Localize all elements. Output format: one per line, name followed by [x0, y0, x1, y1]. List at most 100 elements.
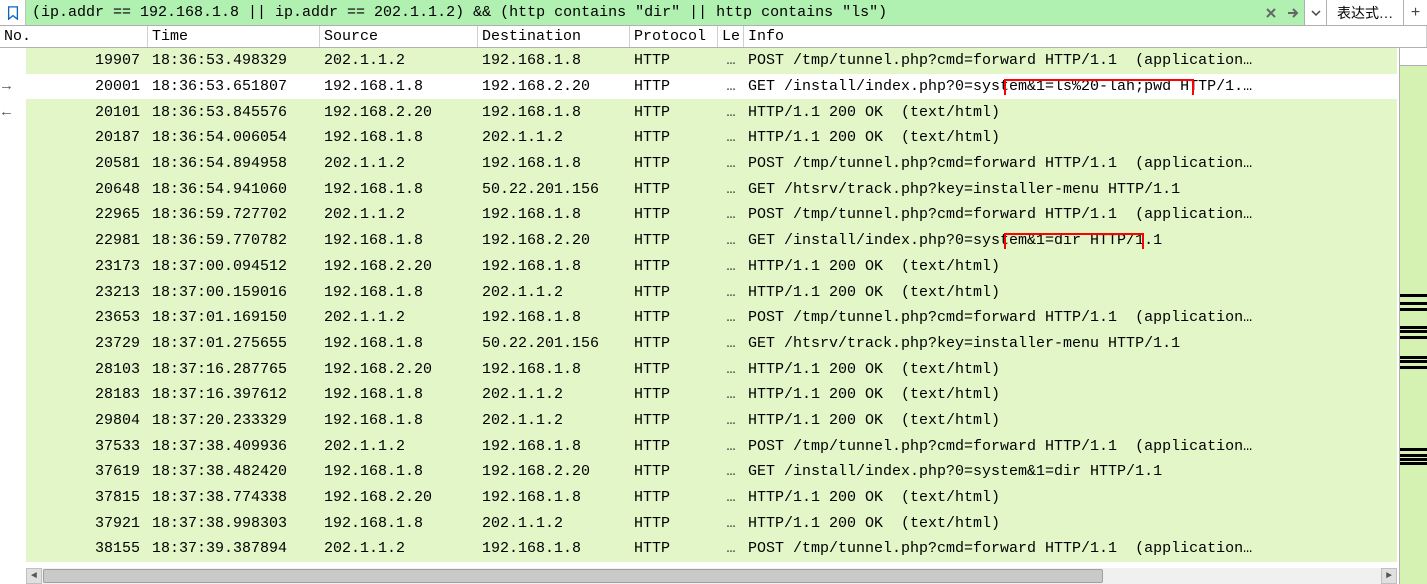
add-filter-button[interactable]: + — [1403, 0, 1427, 25]
packet-time: 18:37:38.482420 — [148, 463, 320, 480]
minimap-mark — [1400, 366, 1427, 369]
minimap-body[interactable] — [1400, 66, 1427, 584]
packet-source: 192.168.1.8 — [320, 386, 478, 403]
packet-source: 192.168.1.8 — [320, 515, 478, 532]
packet-info: GET /htsrv/track.php?key=installer-menu … — [744, 335, 1397, 352]
packet-time: 18:36:59.770782 — [148, 232, 320, 249]
packet-protocol: HTTP — [630, 361, 718, 378]
packet-dest: 192.168.1.8 — [478, 52, 630, 69]
bookmark-button[interactable] — [0, 0, 26, 25]
header-source[interactable]: Source — [320, 26, 478, 47]
packet-dest: 192.168.2.20 — [478, 232, 630, 249]
packet-row[interactable]: 2010118:36:53.845576192.168.2.20192.168.… — [26, 99, 1397, 125]
packet-length: … — [718, 104, 744, 121]
header-no[interactable]: No. — [0, 26, 148, 47]
packet-source: 192.168.1.8 — [320, 181, 478, 198]
bookmark-icon — [6, 6, 20, 20]
packet-info: GET /install/index.php?0=system&1=ls%20-… — [744, 78, 1397, 95]
packet-row[interactable]: 3753318:37:38.409936202.1.1.2192.168.1.8… — [26, 433, 1397, 459]
header-info[interactable]: Info — [744, 26, 1427, 47]
packet-row[interactable]: 2980418:37:20.233329192.168.1.8202.1.1.2… — [26, 408, 1397, 434]
minimap-mark — [1400, 454, 1427, 457]
packet-source: 192.168.2.20 — [320, 361, 478, 378]
packet-info: GET /install/index.php?0=system&1=dir HT… — [744, 463, 1397, 480]
packet-dest: 192.168.1.8 — [478, 438, 630, 455]
packet-time: 18:36:54.006054 — [148, 129, 320, 146]
scroll-thumb[interactable] — [43, 569, 1103, 583]
packet-row[interactable]: 2321318:37:00.159016192.168.1.8202.1.1.2… — [26, 279, 1397, 305]
packet-source: 202.1.1.2 — [320, 540, 478, 557]
packet-protocol: HTTP — [630, 104, 718, 121]
packet-protocol: HTTP — [630, 52, 718, 69]
packet-row[interactable]: 2818318:37:16.397612192.168.1.8202.1.1.2… — [26, 382, 1397, 408]
packet-info: GET /install/index.php?0=system&1=dir HT… — [744, 232, 1397, 249]
packet-row[interactable]: 3761918:37:38.482420192.168.1.8192.168.2… — [26, 459, 1397, 485]
clear-filter-button[interactable] — [1260, 0, 1282, 25]
minimap-mark — [1400, 356, 1427, 359]
packet-protocol: HTTP — [630, 232, 718, 249]
packet-row[interactable]: 2810318:37:16.287765192.168.2.20192.168.… — [26, 356, 1397, 382]
packet-row[interactable]: 2296518:36:59.727702202.1.1.2192.168.1.8… — [26, 202, 1397, 228]
scroll-left-button[interactable]: ◄ — [26, 568, 42, 584]
minimap-mark — [1400, 330, 1427, 333]
packet-dest: 192.168.1.8 — [478, 489, 630, 506]
packet-info: HTTP/1.1 200 OK (text/html) — [744, 104, 1397, 121]
packet-length: … — [718, 284, 744, 301]
packet-length: … — [718, 181, 744, 198]
packet-time: 18:37:20.233329 — [148, 412, 320, 429]
scroll-track[interactable] — [42, 568, 1381, 584]
packet-row[interactable]: 2064818:36:54.941060192.168.1.850.22.201… — [26, 176, 1397, 202]
packet-no: 23653 — [26, 309, 148, 326]
packet-no: 20101 — [26, 104, 148, 121]
horizontal-scrollbar[interactable]: ◄ ► — [26, 568, 1397, 584]
intelligent-scrollbar[interactable] — [1399, 48, 1427, 584]
packet-time: 18:37:38.998303 — [148, 515, 320, 532]
packet-length: … — [718, 232, 744, 249]
packet-row[interactable]: 2000118:36:53.651807192.168.1.8192.168.2… — [26, 74, 1397, 100]
packet-source: 192.168.1.8 — [320, 78, 478, 95]
packet-dest: 192.168.1.8 — [478, 361, 630, 378]
header-dest[interactable]: Destination — [478, 26, 630, 47]
apply-filter-button[interactable] — [1282, 0, 1304, 25]
minimap-mark — [1400, 360, 1427, 363]
packet-time: 18:36:59.727702 — [148, 206, 320, 223]
packet-no: 23173 — [26, 258, 148, 275]
packet-source: 192.168.2.20 — [320, 489, 478, 506]
packet-info: POST /tmp/tunnel.php?cmd=forward HTTP/1.… — [744, 540, 1397, 557]
packet-dest: 202.1.1.2 — [478, 129, 630, 146]
highlight-box — [1004, 79, 1194, 95]
scroll-right-button[interactable]: ► — [1381, 568, 1397, 584]
packet-row[interactable]: 3781518:37:38.774338192.168.2.20192.168.… — [26, 485, 1397, 511]
minimap-mark — [1400, 462, 1427, 465]
minimap-mark — [1400, 294, 1427, 297]
packet-protocol: HTTP — [630, 78, 718, 95]
packet-info: POST /tmp/tunnel.php?cmd=forward HTTP/1.… — [744, 438, 1397, 455]
header-time[interactable]: Time — [148, 26, 320, 47]
packet-length: … — [718, 155, 744, 172]
packet-source: 192.168.1.8 — [320, 129, 478, 146]
expression-button[interactable]: 表达式… — [1326, 0, 1403, 25]
packet-source: 192.168.1.8 — [320, 335, 478, 352]
packet-row[interactable]: 2058118:36:54.894958202.1.1.2192.168.1.8… — [26, 151, 1397, 177]
packet-row[interactable]: 3815518:37:39.387894202.1.1.2192.168.1.8… — [26, 536, 1397, 562]
filter-dropdown-button[interactable] — [1304, 0, 1326, 25]
packet-row[interactable]: 2372918:37:01.275655192.168.1.850.22.201… — [26, 331, 1397, 357]
header-length[interactable]: Le — [718, 26, 744, 47]
packet-row[interactable]: 2317318:37:00.094512192.168.2.20192.168.… — [26, 254, 1397, 280]
packet-protocol: HTTP — [630, 206, 718, 223]
packet-row[interactable]: 1990718:36:53.498329202.1.1.2192.168.1.8… — [26, 48, 1397, 74]
packet-source: 202.1.1.2 — [320, 52, 478, 69]
packet-row[interactable]: 2298118:36:59.770782192.168.1.8192.168.2… — [26, 228, 1397, 254]
display-filter-input[interactable]: (ip.addr == 192.168.1.8 || ip.addr == 20… — [26, 0, 1260, 25]
packet-list[interactable]: 1990718:36:53.498329202.1.1.2192.168.1.8… — [26, 48, 1397, 584]
packet-source: 202.1.1.2 — [320, 309, 478, 326]
packet-row[interactable]: 3792118:37:38.998303192.168.1.8202.1.1.2… — [26, 510, 1397, 536]
packet-time: 18:36:53.498329 — [148, 52, 320, 69]
packet-row[interactable]: 2365318:37:01.169150202.1.1.2192.168.1.8… — [26, 305, 1397, 331]
packet-time: 18:37:39.387894 — [148, 540, 320, 557]
packet-time: 18:37:00.159016 — [148, 284, 320, 301]
packet-row[interactable]: 2018718:36:54.006054192.168.1.8202.1.1.2… — [26, 125, 1397, 151]
packet-no: 20581 — [26, 155, 148, 172]
header-protocol[interactable]: Protocol — [630, 26, 718, 47]
packet-length: … — [718, 258, 744, 275]
